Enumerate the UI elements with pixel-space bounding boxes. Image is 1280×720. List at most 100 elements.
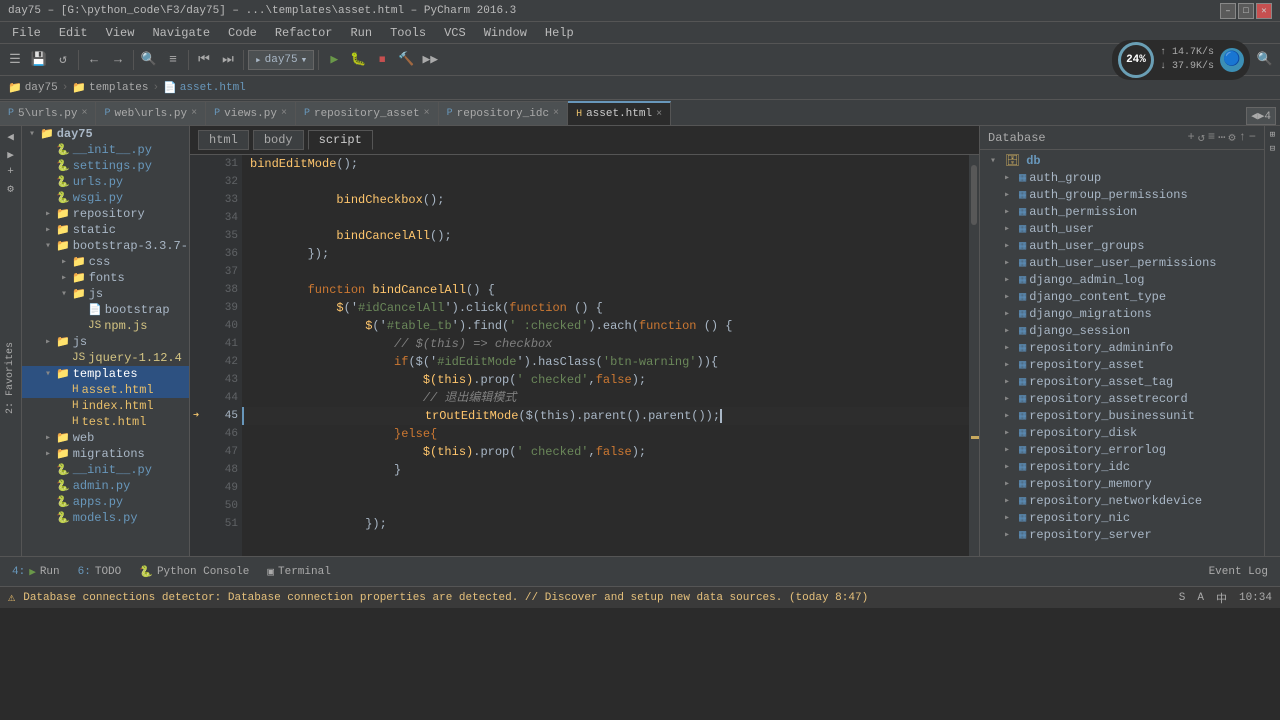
- tree-item-index-html[interactable]: H index.html: [22, 398, 189, 414]
- db-icon-filter[interactable]: ≡: [1208, 130, 1215, 145]
- more-btn[interactable]: ▶▶: [419, 49, 441, 71]
- menu-run[interactable]: Run: [342, 24, 380, 42]
- tab-close-repo-idc[interactable]: ×: [553, 108, 559, 119]
- db-icon-plus[interactable]: +: [1187, 130, 1194, 145]
- toolbar-prev-btn[interactable]: ⏮: [193, 49, 215, 71]
- tree-item-migrations[interactable]: ▸ 📁 migrations: [22, 446, 189, 462]
- bread-asset-html[interactable]: 📄 asset.html: [163, 81, 246, 95]
- db-table-auth-user-user-perm[interactable]: ▸ ▦ auth_user_user_permissions: [982, 254, 1262, 271]
- toolbar-search-right[interactable]: 🔍: [1254, 49, 1276, 71]
- db-table-repo-assetrec[interactable]: ▸ ▦ repository_assetrecord: [982, 390, 1262, 407]
- editor-tab-script[interactable]: script: [308, 130, 373, 150]
- bottom-tab-run[interactable]: 4: ▶ Run: [4, 560, 68, 584]
- db-table-auth-user-groups[interactable]: ▸ ▦ auth_user_groups: [982, 237, 1262, 254]
- edge-collapse-icon[interactable]: ▶: [7, 148, 14, 162]
- db-table-repo-asset-tag[interactable]: ▸ ▦ repository_asset_tag: [982, 373, 1262, 390]
- tree-item-repository[interactable]: ▸ 📁 repository: [22, 206, 189, 222]
- menu-view[interactable]: View: [98, 24, 143, 42]
- tree-item-bootstrap-js[interactable]: 📄 bootstrap: [22, 302, 189, 318]
- db-icon-collapse[interactable]: −: [1249, 130, 1256, 145]
- tree-item-day75[interactable]: ▾ 📁 day75: [22, 126, 189, 142]
- toolbar-search-btn[interactable]: 🔍: [138, 49, 160, 71]
- db-table-django-ct[interactable]: ▸ ▦ django_content_type: [982, 288, 1262, 305]
- code-content[interactable]: bindEditMode(); bindCheckbox(); bindCanc…: [242, 155, 969, 556]
- scroll-indicator[interactable]: [969, 155, 979, 556]
- tab-repo-asset[interactable]: P repository_asset ×: [296, 101, 439, 125]
- debug-btn[interactable]: 🐛: [347, 49, 369, 71]
- code-area[interactable]: ➜ 31 32 33 34 35 36 37 38 39 40 41: [190, 155, 979, 556]
- toolbar-next-btn[interactable]: ⏭: [217, 49, 239, 71]
- tree-item-js-sub[interactable]: ▾ 📁 js: [22, 286, 189, 302]
- editor-tab-body[interactable]: body: [253, 130, 304, 150]
- edge-add-icon[interactable]: +: [7, 166, 14, 178]
- db-table-django-session[interactable]: ▸ ▦ django_session: [982, 322, 1262, 339]
- tree-item-init2[interactable]: 🐍 __init__.py: [22, 462, 189, 478]
- edge-expand-icon[interactable]: ◀: [7, 130, 14, 144]
- bottom-tab-event-log[interactable]: Event Log: [1201, 560, 1276, 584]
- db-table-repo-admininfo[interactable]: ▸ ▦ repository_admininfo: [982, 339, 1262, 356]
- menu-window[interactable]: Window: [476, 24, 535, 42]
- menu-edit[interactable]: Edit: [51, 24, 96, 42]
- tree-item-css[interactable]: ▸ 📁 css: [22, 254, 189, 270]
- tab-close-views[interactable]: ×: [281, 108, 287, 119]
- toolbar-project-btn[interactable]: ☰: [4, 49, 26, 71]
- menu-tools[interactable]: Tools: [382, 24, 434, 42]
- db-table-django-mig[interactable]: ▸ ▦ django_migrations: [982, 305, 1262, 322]
- bottom-tab-terminal[interactable]: ▣ Terminal: [259, 560, 338, 584]
- menu-file[interactable]: File: [4, 24, 49, 42]
- tree-item-js[interactable]: ▸ 📁 js: [22, 334, 189, 350]
- tab-repo-idc[interactable]: P repository_idc ×: [439, 101, 568, 125]
- db-icon-more[interactable]: ⋯: [1218, 130, 1225, 145]
- minimize-button[interactable]: –: [1220, 3, 1236, 19]
- tree-item-fonts[interactable]: ▸ 📁 fonts: [22, 270, 189, 286]
- editor-tab-html[interactable]: html: [198, 130, 249, 150]
- build-btn[interactable]: 🔨: [395, 49, 417, 71]
- tree-item-static[interactable]: ▸ 📁 static: [22, 222, 189, 238]
- toolbar-back-btn[interactable]: ←: [83, 49, 105, 71]
- run-btn[interactable]: ▶: [323, 49, 345, 71]
- title-bar-controls[interactable]: – □ ✕: [1220, 3, 1272, 19]
- edge-settings-icon[interactable]: ⚙: [7, 182, 14, 196]
- close-button[interactable]: ✕: [1256, 3, 1272, 19]
- tree-item-bootstrap[interactable]: ▾ 📁 bootstrap-3.3.7-: [22, 238, 189, 254]
- right-edge-icon-1[interactable]: ⊞: [1270, 130, 1275, 140]
- db-table-repo-server[interactable]: ▸ ▦ repository_server: [982, 526, 1262, 543]
- tree-item-init[interactable]: 🐍 __init__.py: [22, 142, 189, 158]
- tree-item-test-html[interactable]: H test.html: [22, 414, 189, 430]
- tree-item-urls[interactable]: 🐍 urls.py: [22, 174, 189, 190]
- tree-item-npm[interactable]: JS npm.js: [22, 318, 189, 334]
- db-table-repo-bu[interactable]: ▸ ▦ repository_businessunit: [982, 407, 1262, 424]
- db-table-repo-idc[interactable]: ▸ ▦ repository_idc: [982, 458, 1262, 475]
- maximize-button[interactable]: □: [1238, 3, 1254, 19]
- tab-close-html[interactable]: ×: [656, 109, 662, 120]
- toolbar-refresh-btn[interactable]: ↺: [52, 49, 74, 71]
- db-table-django-admin[interactable]: ▸ ▦ django_admin_log: [982, 271, 1262, 288]
- tree-item-settings[interactable]: 🐍 settings.py: [22, 158, 189, 174]
- menu-vcs[interactable]: VCS: [436, 24, 474, 42]
- scroll-thumb[interactable]: [971, 165, 977, 225]
- tab-web-urls[interactable]: P web\urls.py ×: [96, 101, 206, 125]
- tree-item-templates[interactable]: ▾ 📁 templates: [22, 366, 189, 382]
- toolbar-forward-btn[interactable]: →: [107, 49, 129, 71]
- bread-day75[interactable]: 📁 day75: [8, 81, 58, 95]
- db-table-repo-netdev[interactable]: ▸ ▦ repository_networkdevice: [982, 492, 1262, 509]
- db-table-repo-nic[interactable]: ▸ ▦ repository_nic: [982, 509, 1262, 526]
- db-root-item[interactable]: ▾ 🗄 db: [982, 152, 1262, 169]
- db-table-auth-group-perm[interactable]: ▸ ▦ auth_group_permissions: [982, 186, 1262, 203]
- tab-asset-html[interactable]: H asset.html ×: [568, 101, 671, 125]
- db-table-repo-disk[interactable]: ▸ ▦ repository_disk: [982, 424, 1262, 441]
- db-table-auth-user[interactable]: ▸ ▦ auth_user: [982, 220, 1262, 237]
- toolbar-save-btn[interactable]: 💾: [28, 49, 50, 71]
- db-table-repo-memory[interactable]: ▸ ▦ repository_memory: [982, 475, 1262, 492]
- tree-item-apps[interactable]: 🐍 apps.py: [22, 494, 189, 510]
- db-icon-settings[interactable]: ⚙: [1228, 130, 1235, 145]
- tree-item-wsgi[interactable]: 🐍 wsgi.py: [22, 190, 189, 206]
- tree-item-web[interactable]: ▸ 📁 web: [22, 430, 189, 446]
- db-table-auth-group[interactable]: ▸ ▦ auth_group: [982, 169, 1262, 186]
- menu-help[interactable]: Help: [537, 24, 582, 42]
- db-table-repo-errlog[interactable]: ▸ ▦ repository_errorlog: [982, 441, 1262, 458]
- stop-btn[interactable]: ⏹: [371, 49, 393, 71]
- tree-item-admin[interactable]: 🐍 admin.py: [22, 478, 189, 494]
- db-icon-up[interactable]: ↑: [1239, 130, 1246, 145]
- branch-selector[interactable]: ▸ day75 ▾: [248, 50, 314, 70]
